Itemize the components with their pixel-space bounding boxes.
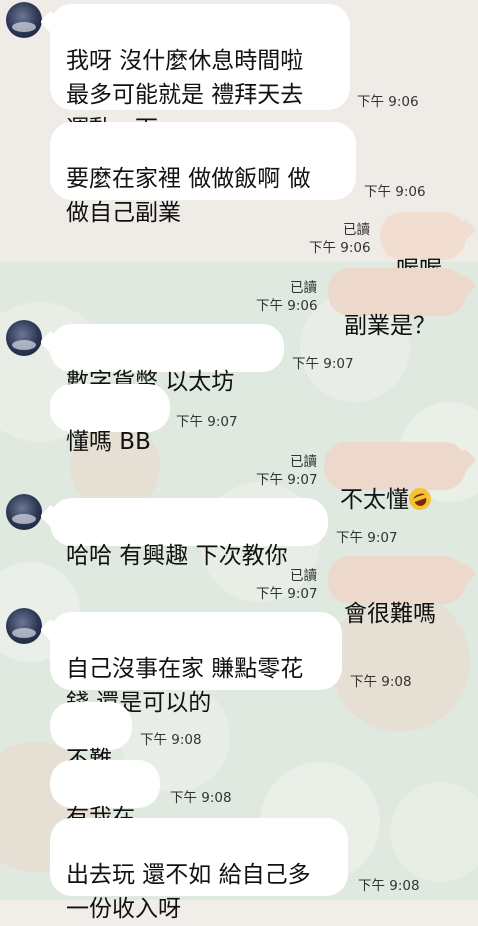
message-time: 下午 9:06	[256, 298, 318, 314]
message-time: 下午 9:07	[176, 414, 238, 430]
message-bubble[interactable]: 哈哈 有興趣 下次教你	[50, 498, 328, 569]
message-text: 出去玩 還不如 給自己多 一份收入呀	[66, 862, 311, 922]
message-time: 下午 9:06	[309, 240, 371, 256]
read-receipt: 已讀	[290, 568, 317, 584]
message-time: 下午 9:07	[336, 530, 398, 546]
read-receipt: 已讀	[290, 280, 317, 296]
message-bubble[interactable]: 數字貨幣 以太坊	[50, 324, 284, 395]
message-text: 不太懂	[340, 487, 409, 513]
message-bubble[interactable]: 自己沒事在家 賺點零花 錢 還是可以的	[50, 612, 342, 716]
message-text: 哈哈 有興趣 下次教你	[66, 543, 288, 569]
message-time: 下午 9:06	[357, 94, 419, 110]
message-time: 下午 9:08	[358, 878, 420, 894]
avatar[interactable]	[6, 320, 42, 356]
message-bubble[interactable]: 會很難嗎	[328, 556, 466, 627]
message-time: 下午 9:06	[364, 184, 426, 200]
message-bubble[interactable]: 不難	[50, 702, 132, 773]
message-bubble[interactable]: 我呀 沒什麼休息時間啦 最多可能就是 禮拜天去 運動一下	[50, 4, 350, 142]
message-bubble[interactable]: 有我在	[50, 760, 160, 831]
message-time: 下午 9:08	[350, 674, 412, 690]
message-text: 懂嗎 BB	[66, 429, 151, 455]
message-bubble[interactable]: 喔喔	[380, 212, 466, 283]
message-time: 下午 9:07	[256, 472, 318, 488]
message-time: 下午 9:07	[256, 586, 318, 602]
read-receipt: 已讀	[343, 222, 370, 238]
avatar[interactable]	[6, 2, 42, 38]
avatar[interactable]	[6, 494, 42, 530]
message-bubble[interactable]: 副業是？	[328, 268, 466, 339]
message-bubble[interactable]: 不太懂	[324, 442, 466, 514]
avatar[interactable]	[6, 608, 42, 644]
message-bubble[interactable]: 出去玩 還不如 給自己多 一份收入呀	[50, 818, 348, 922]
message-time: 下午 9:08	[170, 790, 232, 806]
message-time: 下午 9:08	[140, 732, 202, 748]
message-text: 會很難嗎	[344, 601, 436, 627]
message-time: 下午 9:07	[292, 356, 354, 372]
message-bubble[interactable]: 要麼在家裡 做做飯啊 做 做自己副業	[50, 122, 356, 226]
message-text: 副業是？	[344, 313, 436, 339]
message-bubble[interactable]: 懂嗎 BB	[50, 384, 170, 455]
read-receipt: 已讀	[290, 454, 317, 470]
